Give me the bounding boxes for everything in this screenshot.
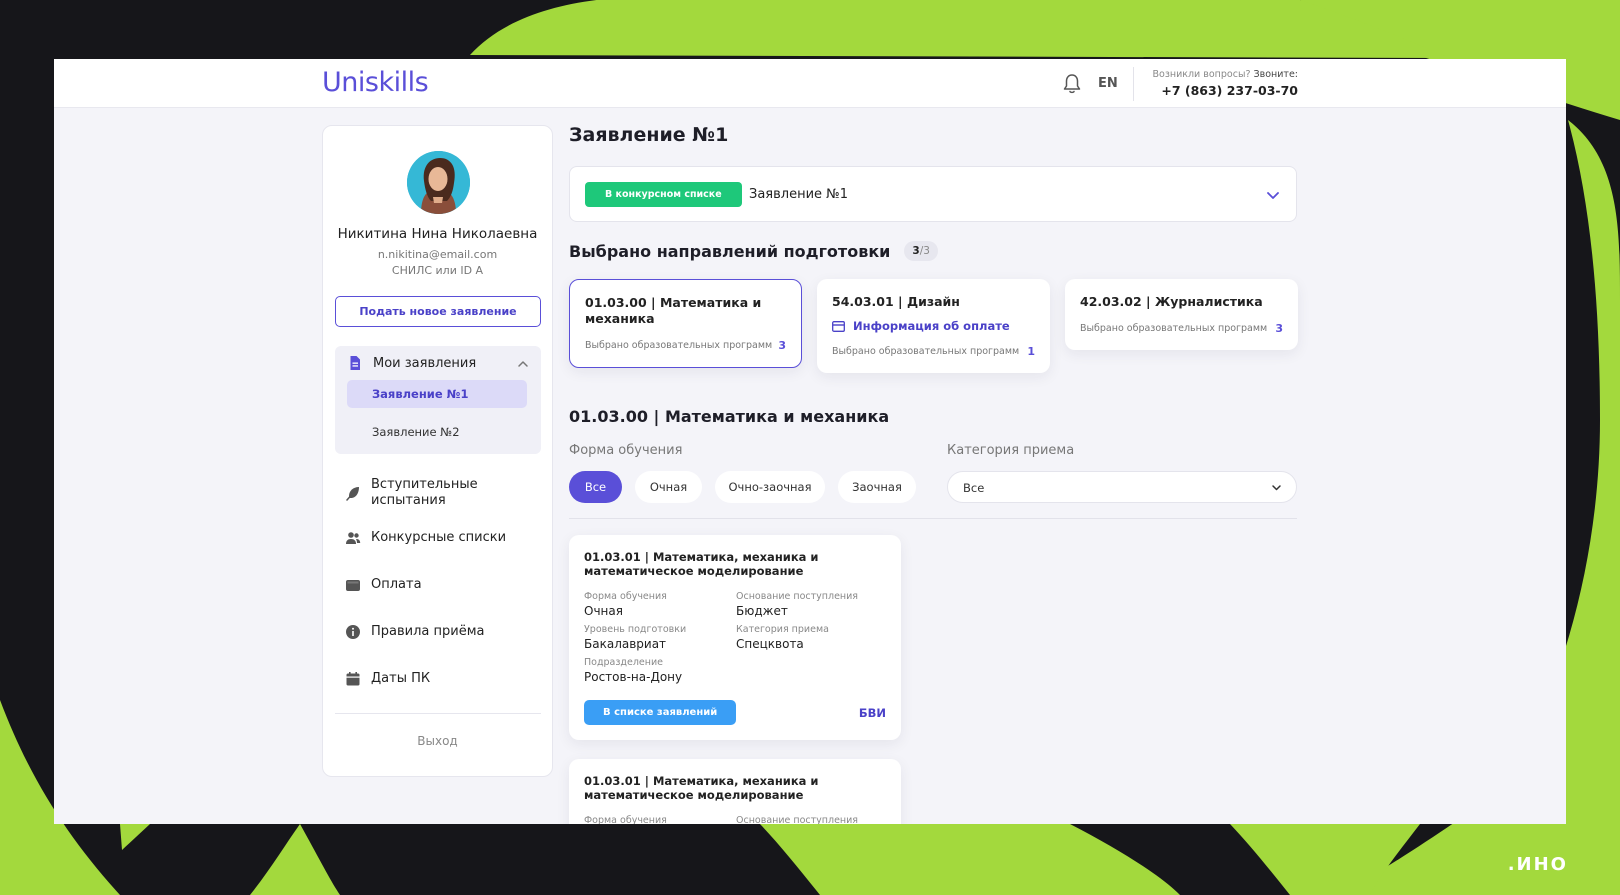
header-divider (1133, 67, 1134, 101)
application-select-value: Заявление №1 (749, 187, 848, 202)
direction-title: 01.03.00 | Математика и механика (585, 295, 762, 326)
program-field: Основание поступления (736, 815, 859, 824)
direction-programs: Выбрано образовательных программ 3 (1080, 322, 1283, 335)
sidebar-item-label: Правила приёма (371, 624, 485, 639)
user-name: Никитина Нина Николаевна (337, 226, 538, 242)
brand-mark: .ИНО (1507, 854, 1568, 875)
directions-count-badge: 3/3 (904, 241, 938, 261)
program-footer: В списке заявлений БВИ (584, 700, 886, 725)
sidebar-item-label: Оплата (371, 577, 422, 592)
my-applications-label: Мои заявления (373, 355, 477, 371)
bvi-tag[interactable]: БВИ (859, 706, 886, 720)
program-fields: Форма обучения Основание поступления (584, 815, 886, 824)
direction-programs: Выбрано образовательных программ 3 (585, 339, 786, 352)
program-title: 01.03.01 | Математика, механика и матема… (584, 550, 819, 578)
sidebar-item-admission-rules[interactable]: Правила приёма (345, 624, 535, 640)
sidebar-item-label: Вступительные испытания (371, 477, 478, 508)
program-card[interactable]: 01.03.01 | Математика, механика и матема… (569, 535, 901, 740)
credit-card-icon (832, 320, 845, 332)
category-select-value: Все (963, 481, 985, 495)
user-snils: СНИЛС или ID A (391, 264, 484, 277)
status-badge: В конкурсном списке (585, 182, 742, 207)
bell-icon[interactable] (1062, 73, 1082, 95)
app-window: Uniskills EN Возникли вопросы? Звоните: … (54, 59, 1566, 824)
program-title: 01.03.01 | Математика, механика и матема… (584, 774, 819, 802)
section-title: 01.03.00 | Математика и механика (569, 407, 890, 426)
program-field: Форма обучения (584, 815, 667, 824)
sidebar: Никитина Нина Николаевна n.nikitina@emai… (322, 125, 553, 777)
direction-card-design[interactable]: 54.03.01 | Дизайн Информация об оплате В… (817, 279, 1050, 373)
top-header: Uniskills EN Возникли вопросы? Звоните: … (54, 59, 1566, 108)
phone-number[interactable]: +7 (863) 237-03-70 (1152, 83, 1298, 98)
program-field: Категория приема Спецквота (736, 624, 829, 651)
filter-distance[interactable]: Заочная (838, 471, 916, 503)
my-applications-toggle[interactable]: Мои заявления (347, 355, 476, 371)
direction-card-journalism[interactable]: 42.03.02 | Журналистика Выбрано образова… (1065, 279, 1298, 350)
program-field: Основание поступления Бюджет (736, 591, 859, 618)
program-status-badge: В списке заявлений (584, 700, 737, 725)
filter-all[interactable]: Все (569, 471, 622, 503)
sidebar-item-payment[interactable]: Оплата (345, 577, 535, 593)
info-icon (346, 625, 360, 639)
category-label: Категория приема (947, 443, 1075, 458)
program-fields: Форма обучения Очная Основание поступлени… (584, 591, 886, 684)
program-field: Уровень подготовки Бакалавриат (584, 624, 687, 651)
sidebar-item-label: Даты ПК (371, 671, 431, 686)
feather-icon (346, 487, 359, 501)
user-email: n.nikitina@email.com (377, 248, 498, 261)
sidebar-item-competition-lists[interactable]: Конкурсные списки (345, 530, 535, 546)
contact-block: Возникли вопросы? Звоните: +7 (863) 237-… (1152, 69, 1298, 98)
filter-part-time[interactable]: Очно-заочная (715, 471, 825, 503)
sidebar-item-label: Конкурсные списки (371, 530, 507, 545)
program-field: Форма обучения Очная (584, 591, 667, 618)
direction-title: 42.03.02 | Журналистика (1080, 294, 1263, 309)
directions-title: Выбрано направлений подготовки 3/3 (569, 241, 938, 261)
filter-divider (569, 518, 1297, 519)
contact-question: Возникли вопросы? Звоните: (1152, 69, 1298, 80)
sidebar-item-application-1[interactable]: Заявление №1 (347, 380, 527, 408)
program-card[interactable]: 01.03.01 | Математика, механика и матема… (569, 759, 901, 824)
sidebar-item-application-2[interactable]: Заявление №2 (347, 418, 527, 446)
language-switch[interactable]: EN (1098, 76, 1118, 91)
application-select[interactable]: В конкурсном списке Заявление №1 (569, 166, 1297, 222)
document-icon (350, 356, 360, 370)
payment-info-link[interactable]: Информация об оплате (832, 319, 1035, 333)
sidebar-item-entrance-exams[interactable]: Вступительные испытания (345, 477, 535, 509)
chevron-down-icon (1272, 485, 1281, 491)
users-icon (346, 532, 361, 544)
direction-title: 54.03.01 | Дизайн (832, 294, 960, 309)
my-applications-group: Мои заявления Заявление №1 Заявление №2 (335, 346, 541, 454)
sidebar-divider (335, 713, 541, 714)
avatar (407, 151, 470, 214)
chevron-down-icon (1267, 192, 1279, 199)
filter-full-time[interactable]: Очная (635, 471, 702, 503)
logo[interactable]: Uniskills (322, 67, 429, 98)
program-field: Подразделение Ростов-на-Дону (584, 657, 683, 684)
direction-programs: Выбрано образовательных программ 1 (832, 345, 1035, 358)
direction-card-math[interactable]: 01.03.00 | Математика и механика Выбрано… (569, 279, 802, 368)
page-title: Заявление №1 (569, 124, 729, 146)
wallet-icon (346, 580, 360, 591)
category-select[interactable]: Все (947, 471, 1297, 503)
study-form-label: Форма обучения (569, 443, 683, 458)
sidebar-item-pk-dates[interactable]: Даты ПК (345, 671, 535, 687)
new-application-button[interactable]: Подать новое заявление (335, 296, 541, 327)
calendar-icon (346, 672, 360, 686)
logout-link[interactable]: Выход (323, 734, 552, 748)
chevron-up-icon[interactable] (517, 358, 529, 370)
